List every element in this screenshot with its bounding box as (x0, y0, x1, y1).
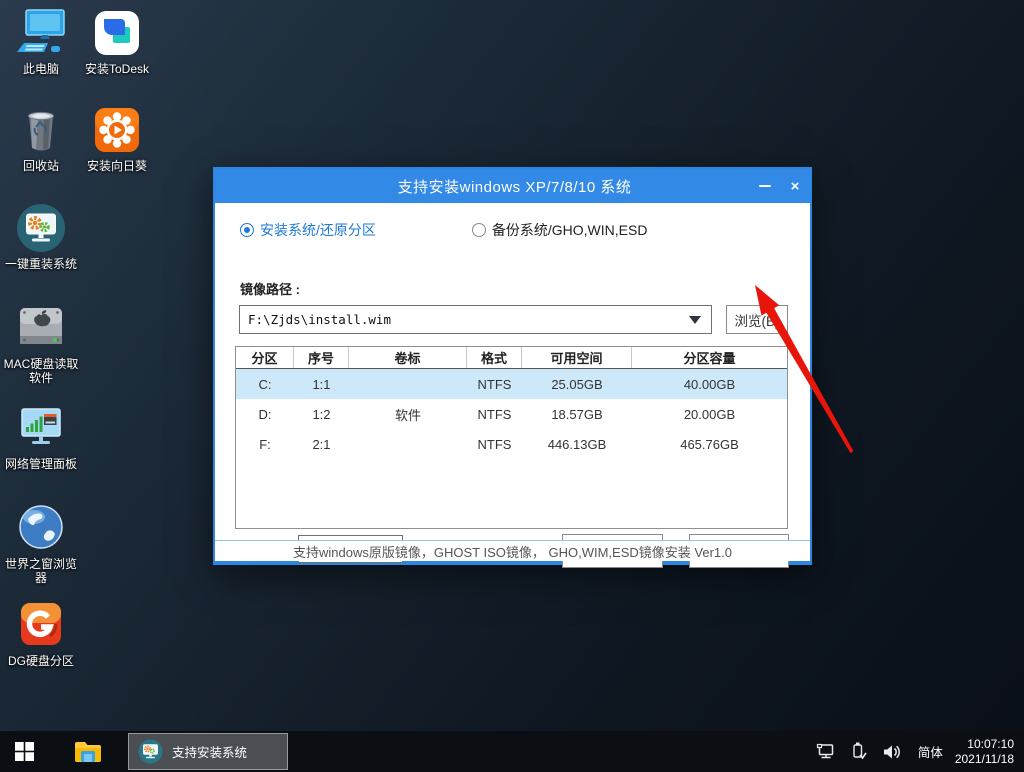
globe-icon (14, 501, 68, 555)
tray-time: 10:07:10 (955, 737, 1014, 752)
desktop-icon-label: 回收站 (0, 159, 82, 173)
browse-button[interactable]: 浏览(B) (726, 305, 788, 334)
partition-table: 分区 序号 卷标 格式 可用空间 分区容量 C: 1:1 NTFS 25.05G… (235, 346, 788, 529)
file-explorer-button[interactable] (64, 731, 112, 772)
desktop-icon-network-panel[interactable]: 网络管理面板 (0, 401, 82, 471)
dialog-body: 安装系统/还原分区 备份系统/GHO,WIN,ESD 镜像路径 : F:\Zjd… (215, 203, 810, 561)
radio-unselected-icon (472, 223, 486, 237)
volume-tray-icon[interactable] (875, 731, 910, 772)
windows-logo-icon (15, 742, 34, 761)
tray-date: 2021/11/18 (955, 752, 1014, 767)
desktop-icon-label: 此电脑 (0, 62, 82, 76)
this-pc-icon (14, 6, 68, 60)
dialog-titlebar[interactable]: 支持安装windows XP/7/8/10 系统 × (215, 169, 810, 203)
image-path-label: 镜像路径 : (240, 279, 300, 298)
radio-backup-system[interactable]: 备份系统/GHO,WIN,ESD (472, 220, 648, 240)
image-path-value: F:\Zjds\install.wim (240, 312, 689, 327)
status-text: 支持windows原版镜像，GHOST ISO镜像， GHO,WIM,ESD镜像… (293, 542, 732, 561)
minimize-button[interactable] (750, 169, 780, 203)
recycle-bin-icon (14, 103, 68, 157)
desktop-icon-label: 安装向日葵 (76, 159, 158, 173)
dropdown-arrow-icon (689, 316, 701, 324)
network-tray-icon[interactable] (808, 731, 843, 772)
desktop-icon-recycle-bin[interactable]: 回收站 (0, 103, 82, 173)
image-path-combobox[interactable]: F:\Zjds\install.wim (239, 305, 712, 334)
desktop-icon-label: DG硬盘分区 (0, 654, 82, 668)
taskbar-item-label: 支持安装系统 (172, 742, 247, 761)
taskbar: 支持安装系统 简体 (0, 731, 1024, 772)
radio-selected-icon (240, 223, 254, 237)
todesk-icon (90, 6, 144, 60)
desktop-icon-this-pc[interactable]: 此电脑 (0, 6, 82, 76)
reinstall-system-icon (14, 201, 68, 255)
mode-radio-group: 安装系统/还原分区 备份系统/GHO,WIN,ESD (240, 220, 647, 240)
dialog-statusbar: 支持windows原版镜像，GHOST ISO镜像， GHO,WIM,ESD镜像… (215, 540, 810, 561)
clock[interactable]: 10:07:10 2021/11/18 (951, 737, 1024, 767)
partition-row-c[interactable]: C: 1:1 NTFS 25.05GB 40.00GB (236, 369, 787, 399)
desktop-icon-install-todesk[interactable]: 安装ToDesk (76, 6, 158, 76)
radio-install-system[interactable]: 安装系统/还原分区 (240, 220, 376, 240)
desktop-icon-mac-disk-reader[interactable]: MAC硬盘读取软件 (0, 301, 82, 385)
desktop-icon-label: 一键重装系统 (0, 257, 82, 271)
start-button[interactable] (0, 731, 48, 772)
taskbar-item-installer[interactable]: 支持安装系统 (128, 733, 288, 770)
usb-tray-icon[interactable] (843, 731, 875, 772)
dg-icon (14, 598, 68, 652)
network-panel-icon (14, 401, 68, 455)
desktop-icon-label: 世界之窗浏览器 (0, 557, 82, 585)
ime-indicator[interactable]: 简体 (910, 742, 951, 761)
partition-row-f[interactable]: F: 2:1 NTFS 446.13GB 465.76GB (236, 429, 787, 459)
desktop-icon-label: 安装ToDesk (76, 62, 158, 76)
desktop-icon-label: MAC硬盘读取软件 (0, 357, 82, 385)
desktop-icon-install-sunflower[interactable]: 安装向日葵 (76, 103, 158, 173)
mac-drive-icon (14, 301, 68, 355)
installer-app-icon (137, 738, 164, 765)
system-tray: 简体 10:07:10 2021/11/18 (808, 731, 1024, 772)
minimize-icon (759, 185, 771, 187)
partition-row-d[interactable]: D: 1:2 软件 NTFS 18.57GB 20.00GB (236, 399, 787, 429)
desktop-icon-world-browser[interactable]: 世界之窗浏览器 (0, 501, 82, 585)
close-icon: × (791, 179, 800, 194)
desktop-icon-label: 网络管理面板 (0, 457, 82, 471)
desktop-icon-dg-partition[interactable]: DG硬盘分区 (0, 598, 82, 668)
folder-icon (74, 740, 102, 764)
installer-dialog-window: 支持安装windows XP/7/8/10 系统 × 安装系统/还原分区 备份系… (213, 167, 812, 565)
partition-table-header: 分区 序号 卷标 格式 可用空间 分区容量 (236, 347, 787, 369)
dialog-title: 支持安装windows XP/7/8/10 系统 (279, 176, 750, 197)
close-window-button[interactable]: × (780, 169, 810, 203)
desktop-icon-one-key-reinstall[interactable]: 一键重装系统 (0, 201, 82, 271)
sunflower-icon (90, 103, 144, 157)
